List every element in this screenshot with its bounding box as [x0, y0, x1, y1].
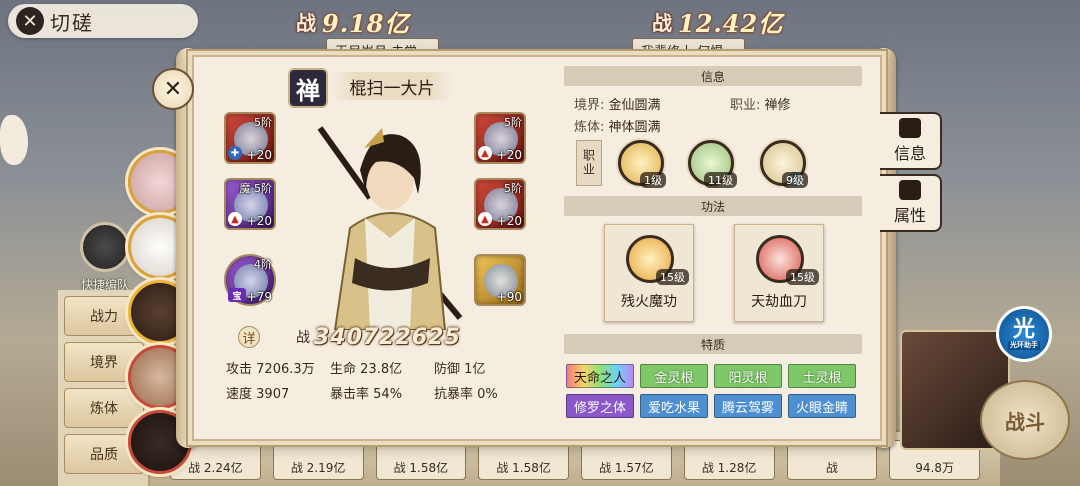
trait-tag[interactable]: 天命之人 [566, 364, 634, 388]
character-power: 战 340722625 [296, 324, 461, 350]
equipment-slot-weapon[interactable]: 5阶 ✚ +20 [224, 112, 276, 164]
trait-tag[interactable]: 腾云驾雾 [714, 394, 782, 418]
person-icon [899, 180, 921, 200]
class-badge: 禅 [288, 68, 328, 108]
tab-info[interactable]: 信息 [880, 112, 942, 170]
roster-item[interactable]: 战 1.58亿 [375, 440, 467, 480]
plus-icon: ✚ [228, 146, 242, 160]
trait-tag[interactable]: 阳灵根 [714, 364, 782, 388]
scroll-icon [899, 118, 921, 138]
fire-icon: ▲ [478, 146, 492, 160]
character-portrait [317, 126, 463, 330]
detail-button[interactable]: 详 [238, 326, 260, 348]
roster-item[interactable]: 战 1.57亿 [581, 440, 672, 480]
equipment-slot-treasure[interactable]: 4阶 宝 +79 [224, 254, 276, 306]
trait-tag[interactable]: 火眼金睛 [788, 394, 856, 418]
stat-hp: 生命 23.8亿 [330, 362, 403, 377]
left-team-power: 战 9.18亿 [296, 8, 410, 38]
job-tag: 职业 [576, 140, 602, 186]
trait-tag[interactable]: 爱吃水果 [640, 394, 708, 418]
page-header: ✕ 切磋 [8, 4, 198, 38]
gongfa-section-header: 功法 [564, 196, 862, 216]
quick-edit-icon [80, 222, 130, 272]
equipment-slot-armor[interactable]: 魔·5阶 ▲ +20 [224, 178, 276, 230]
equipment-slot-mount[interactable]: +90 [474, 254, 526, 306]
stat-crit-resist: 抗暴率 0% [434, 387, 498, 402]
character-stats: 攻击 7206.3万 生命 23.8亿 防御 1亿 速度 3907 暴击率 54… [226, 358, 526, 402]
roster-item[interactable]: 战 2.19亿 [272, 440, 364, 480]
stat-defense: 防御 1亿 [434, 362, 486, 377]
page-title: 切磋 [50, 10, 94, 35]
info-section-header: 信息 [564, 66, 862, 86]
stat-crit: 暴击率 54% [330, 387, 403, 402]
fire-icon: ▲ [478, 212, 492, 226]
stat-attack: 攻击 7206.3万 [226, 362, 315, 377]
traits-section-header: 特质 [564, 334, 862, 354]
close-icon[interactable]: ✕ [152, 68, 194, 110]
right-team-power: 战 12.42亿 [652, 8, 784, 38]
trait-tag[interactable]: 修罗之体 [566, 394, 634, 418]
gongfa-card[interactable]: 15级 天劫血刀 [734, 224, 824, 322]
fight-button[interactable]: 战斗 [980, 380, 1070, 460]
gongfa-card[interactable]: 15级 残火魔功 [604, 224, 694, 322]
cloud-decoration [0, 115, 28, 165]
equipment-slot-boots[interactable]: 5阶 ▲ +20 [474, 178, 526, 230]
roster-item[interactable]: 战 1.58亿 [478, 440, 569, 480]
realm-row: 境界: 金仙圆满 [574, 98, 661, 113]
job-row: 职业: 禅修 [730, 98, 791, 113]
body-row: 炼体: 神体圆满 [574, 120, 661, 135]
trait-tag[interactable]: 金灵根 [640, 364, 708, 388]
back-button[interactable]: ✕ [16, 7, 44, 35]
character-name: 棍扫一大片 [332, 72, 452, 100]
trait-tag[interactable]: 土灵根 [788, 364, 856, 388]
roster-item[interactable]: 战 1.28亿 [683, 440, 775, 480]
fire-icon: ▲ [228, 212, 242, 226]
roster-item[interactable]: 战 [786, 440, 878, 480]
stat-speed: 速度 3907 [226, 387, 290, 402]
tab-attributes[interactable]: 属性 [880, 174, 942, 232]
assistant-button[interactable]: 光 光环助手 [996, 306, 1052, 362]
equipment-slot-helmet[interactable]: 5阶 ▲ +20 [474, 112, 526, 164]
treasure-icon: 宝 [228, 288, 246, 302]
